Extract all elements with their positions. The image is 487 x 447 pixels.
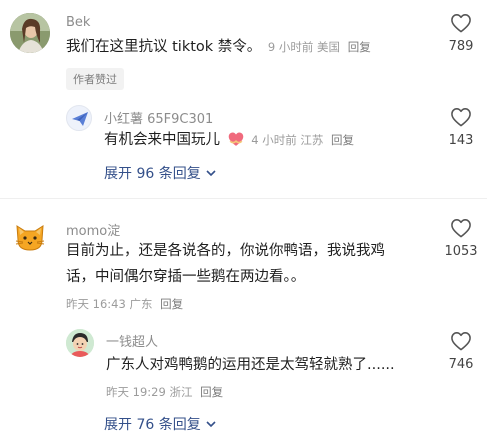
comment-meta: 昨天 16:43 广东 回复: [66, 296, 183, 312]
reply-button[interactable]: 回复: [331, 133, 354, 147]
comment-text-body: 我们在这里抗议 tiktok 禁令。: [66, 39, 262, 55]
expand-replies-label: 展开 96 条回复: [104, 166, 201, 182]
reply-text: 有机会来中国玩儿 4 小时前 江苏 回复: [104, 129, 354, 154]
reply-meta: 4 小时前 江苏 回复: [251, 133, 354, 147]
comment-divider: [0, 198, 487, 199]
expand-replies-button[interactable]: 展开 76 条回复: [104, 414, 217, 434]
comment-username[interactable]: momo淀: [66, 220, 120, 239]
reply-meta: 昨天 19:29 浙江 回复: [106, 384, 223, 400]
heart-outline-icon: [451, 332, 471, 351]
woman-photo-avatar-icon: [10, 13, 50, 53]
like-button[interactable]: 789: [436, 13, 486, 54]
like-button[interactable]: 746: [436, 331, 486, 372]
comment-username[interactable]: Bek: [66, 15, 90, 30]
reply-button[interactable]: 回复: [348, 40, 371, 54]
reply-time: 4 小时前: [251, 133, 297, 147]
like-count: 143: [448, 133, 474, 148]
reply-location: 江苏: [300, 133, 324, 147]
cartoon-person-avatar-icon: [66, 329, 94, 357]
avatar-momo[interactable]: [14, 222, 46, 252]
comment-time: 9 小时前: [267, 40, 314, 54]
comment-location: 广东: [129, 297, 153, 311]
comment-text: 我们在这里抗议 tiktok 禁令。 9 小时前 美国 回复: [66, 36, 371, 58]
comment-text-line1: 目前为止，还是各说各的，你说你鸭语，我说我鸡: [66, 243, 385, 259]
like-button[interactable]: 143: [436, 107, 486, 148]
heart-hands-emoji-icon: [227, 131, 245, 154]
avatar-yiqianchaoren[interactable]: [66, 329, 94, 357]
like-button[interactable]: 1053: [436, 218, 486, 259]
reply-username[interactable]: 小红薯 65F9C301: [104, 108, 213, 127]
chevron-down-icon: [206, 170, 216, 177]
comment-time: 昨天 16:43: [66, 297, 126, 311]
reply-username[interactable]: 一钱超人: [106, 331, 158, 350]
paper-plane-avatar-icon: [72, 112, 88, 126]
avatar-xiaohongshu[interactable]: [66, 105, 92, 131]
heart-outline-icon: [451, 14, 471, 33]
reply-text: 广东人对鸡鸭鹅的运用还是太驾轻就熟了......: [106, 357, 395, 373]
heart-outline-icon: [451, 108, 471, 127]
avatar-bek[interactable]: [10, 13, 50, 53]
reply-time: 昨天 19:29: [106, 385, 166, 399]
author-liked-badge: 作者赞过: [66, 68, 124, 90]
chevron-down-icon: [206, 421, 216, 428]
reply-button[interactable]: 回复: [200, 385, 223, 399]
heart-outline-icon: [451, 219, 471, 238]
like-count: 789: [448, 39, 474, 54]
cat-emoji-avatar-icon: [15, 225, 45, 251]
like-count: 1053: [444, 244, 478, 259]
comment-text-line2: 话，中间偶尔穿插一些鹅在两边看。。: [66, 269, 306, 285]
comment-meta: 9 小时前 美国 回复: [268, 40, 371, 54]
expand-replies-label: 展开 76 条回复: [104, 417, 201, 433]
comment-location: 美国: [317, 40, 341, 54]
reply-location: 浙江: [169, 385, 193, 399]
like-count: 746: [448, 357, 474, 372]
reply-button[interactable]: 回复: [160, 297, 183, 311]
expand-replies-button[interactable]: 展开 96 条回复: [104, 163, 217, 183]
reply-text-body: 有机会来中国玩儿: [104, 132, 220, 148]
